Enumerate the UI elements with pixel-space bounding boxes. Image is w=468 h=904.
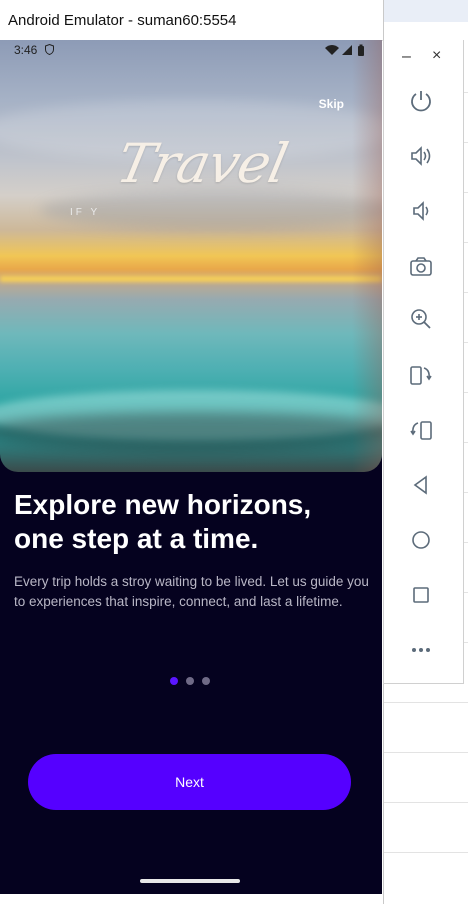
page-indicator (170, 677, 214, 687)
home-icon (412, 531, 430, 549)
home-indicator[interactable] (140, 879, 240, 883)
divider (383, 802, 468, 803)
rotate-left-button[interactable] (406, 415, 436, 445)
sunset-horizon (0, 276, 382, 282)
hero-edge-tint (352, 40, 382, 472)
toolbar-header: – × (384, 40, 463, 74)
background-window-topbar (383, 0, 468, 22)
skip-button[interactable]: Skip (319, 97, 344, 111)
home-button[interactable] (406, 525, 436, 555)
divider (383, 752, 468, 753)
emulator-titlebar[interactable]: Android Emulator - suman60:5554 (0, 0, 383, 41)
emulator-toolbar: – × (383, 40, 464, 684)
rotate-right-button[interactable] (406, 360, 436, 390)
divider (383, 702, 468, 703)
volume-down-icon (413, 201, 429, 221)
page-dot-3[interactable] (202, 677, 210, 685)
volume-up-icon (411, 146, 431, 166)
hero-image: Travel IF Y 3:46 Skip (0, 40, 382, 472)
onboarding-headline: Explore new horizons, one step at a time… (14, 489, 312, 554)
status-bar: 3:46 (0, 40, 382, 62)
phone-screen: Travel IF Y 3:46 Skip Explore new horizo… (0, 40, 382, 894)
wifi-icon (325, 45, 339, 55)
status-icons (325, 44, 364, 56)
onboarding-description: Every trip holds a stroy waiting to be l… (14, 574, 369, 609)
overview-icon (413, 587, 429, 603)
zoom-button[interactable] (406, 304, 436, 334)
rotate-right-icon (410, 366, 432, 385)
more-button[interactable] (406, 635, 436, 665)
hero-subtext: IF Y (70, 207, 101, 218)
emulator-window: Android Emulator - suman60:5554 Travel I… (0, 0, 384, 904)
screenshot-button[interactable] (406, 251, 436, 281)
zoom-icon (411, 309, 431, 329)
status-time: 3:46 (14, 43, 38, 57)
power-button[interactable] (406, 86, 436, 116)
volume-down-button[interactable] (406, 196, 436, 226)
more-icon (412, 648, 430, 652)
next-button[interactable]: Next (28, 754, 351, 810)
signal-icon (342, 45, 352, 55)
hero-logo-word: Travel (111, 132, 293, 195)
page-dot-1[interactable] (170, 677, 178, 685)
window-title: Android Emulator - suman60:5554 (8, 12, 237, 29)
shield-icon (45, 44, 54, 55)
power-icon (411, 91, 431, 112)
battery-icon (358, 44, 364, 56)
volume-up-button[interactable] (406, 141, 436, 171)
rotate-left-icon (410, 421, 432, 440)
back-icon (413, 475, 427, 495)
page-dot-2[interactable] (186, 677, 194, 685)
back-button[interactable] (406, 470, 436, 500)
camera-icon (410, 257, 432, 276)
wave (0, 412, 382, 452)
close-button[interactable]: × (432, 47, 441, 65)
divider (383, 852, 468, 853)
minimize-button[interactable]: – (402, 48, 411, 66)
overview-button[interactable] (406, 580, 436, 610)
